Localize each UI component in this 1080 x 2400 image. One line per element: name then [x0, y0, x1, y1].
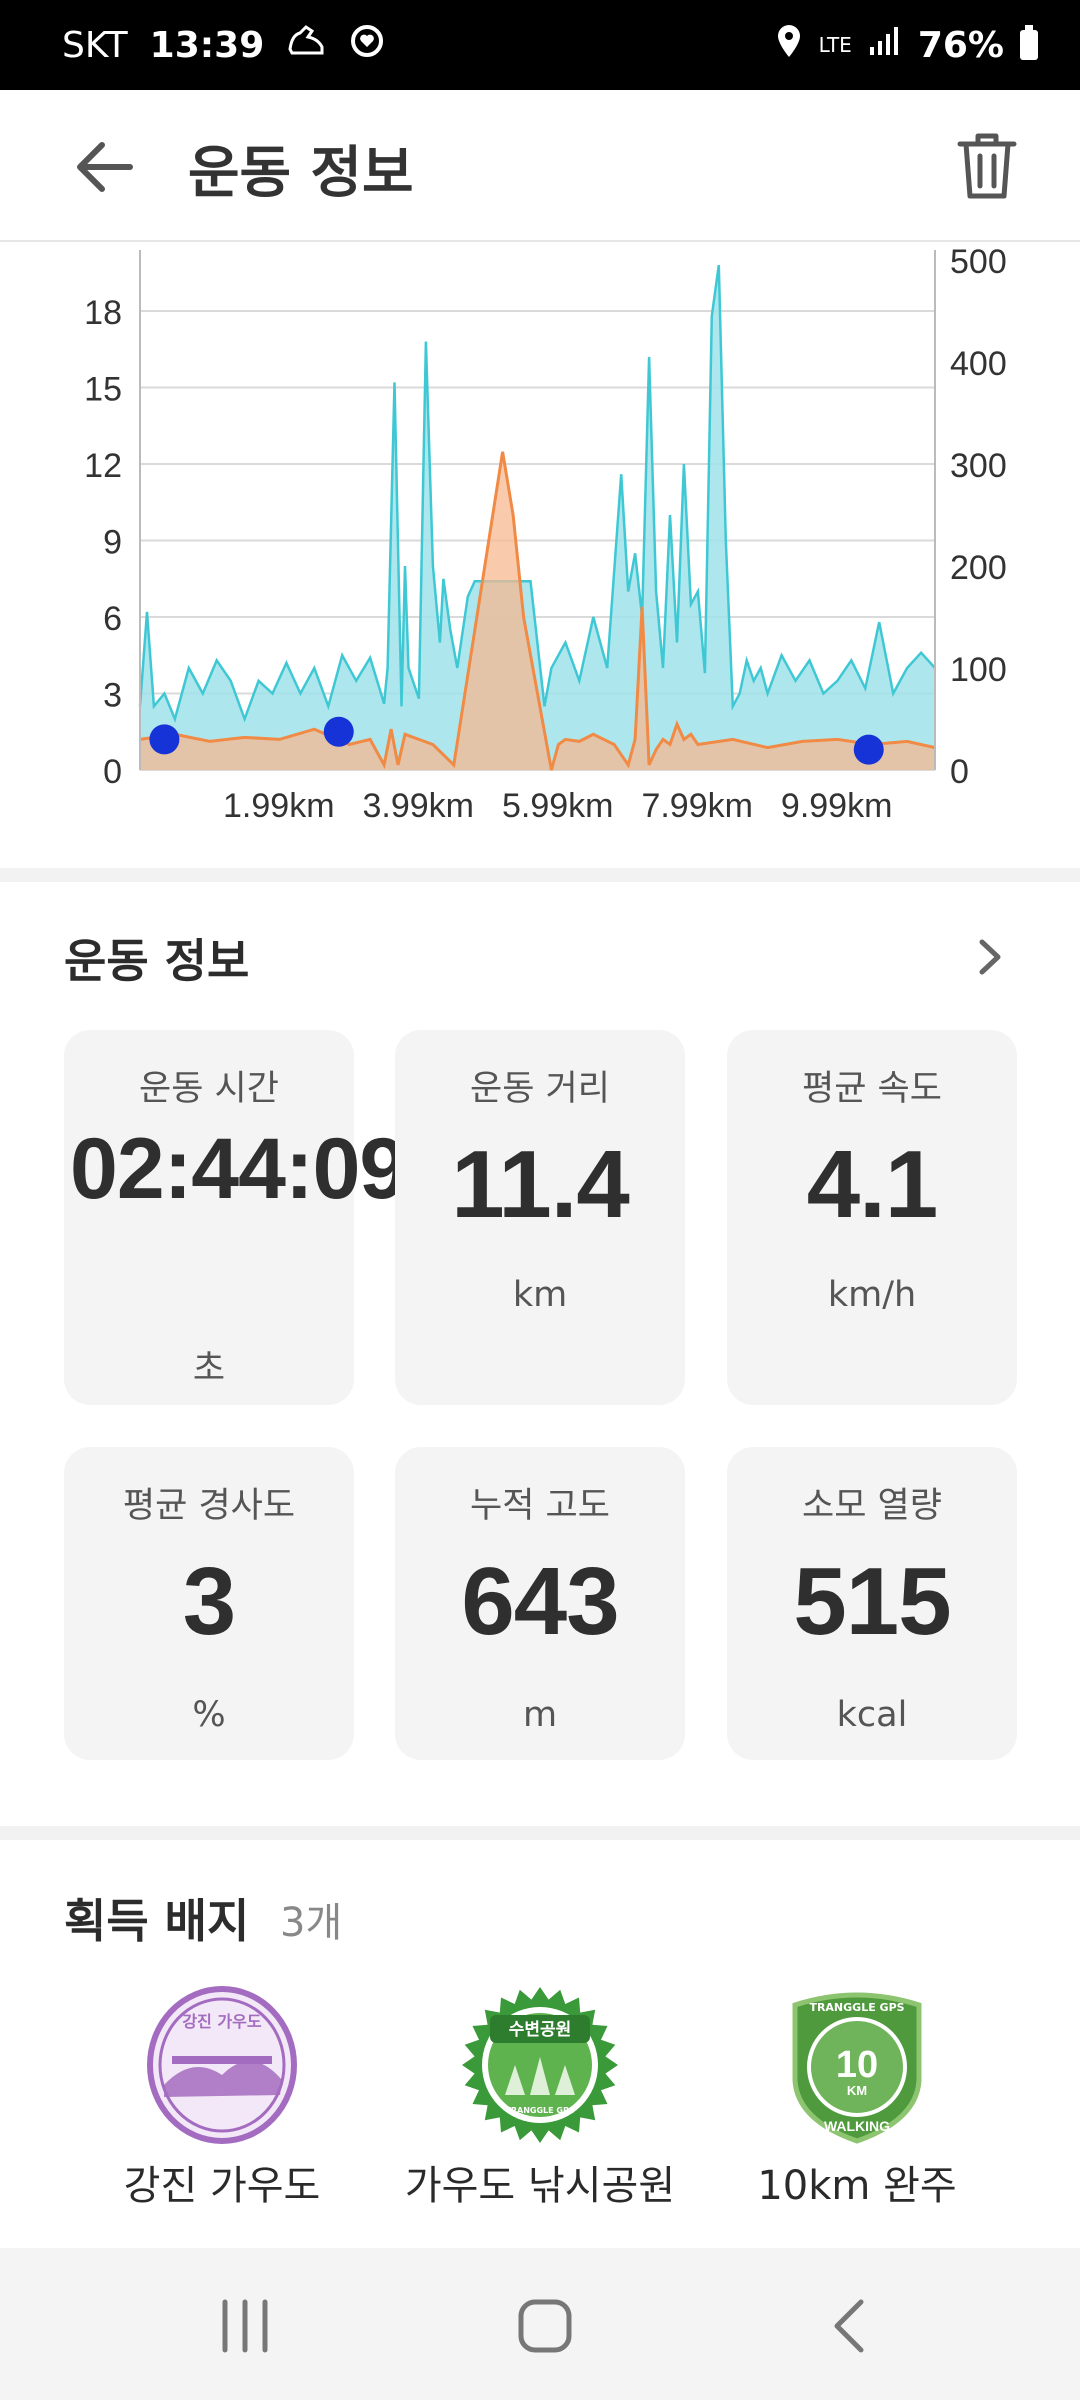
heart-rate-icon: [348, 22, 386, 69]
badge-park-icon: 수변공원 TRANGGLE GPS: [462, 1987, 618, 2143]
badge-sub-text: TRANGGLE GPS: [505, 2106, 574, 2115]
badge-10km-icon: TRANGGLE GPS 10 KM WALKING: [792, 1992, 922, 2144]
battery-percent: 76%: [917, 24, 1004, 66]
x-tick-label: 7.99km: [641, 787, 753, 825]
home-icon[interactable]: [515, 2296, 575, 2356]
carrier-label: SKT: [62, 24, 128, 66]
badges-count: 3개: [280, 1900, 343, 1946]
badge-sub-text: KM: [847, 2083, 867, 2098]
page-title: 운동 정보: [188, 141, 414, 206]
shoe-icon: [286, 23, 326, 68]
chart-marker-dot: [149, 724, 180, 755]
y-left-tick-label: 12: [84, 447, 122, 485]
badge-item[interactable]: TRANGGLE GPS 10 KM WALKING 10km 완주: [692, 1985, 1022, 2211]
card-calories: 소모 열량 515 kcal: [727, 1447, 1017, 1760]
card-distance: 운동 거리 11.4 km: [395, 1030, 685, 1405]
recent-apps-icon[interactable]: [215, 2298, 275, 2354]
clock: 13:39: [149, 24, 265, 66]
x-tick-label: 5.99km: [502, 787, 614, 825]
info-section-title: 운동 정보: [64, 934, 250, 988]
card-label: 평균 경사도: [122, 1486, 296, 1526]
y-left-tick-label: 3: [103, 677, 122, 715]
status-left: SKT 13:39: [62, 0, 386, 90]
card-unit: km: [512, 1275, 568, 1315]
chart-marker-dot: [323, 716, 354, 747]
badge-inner-text: 10: [836, 2044, 878, 2086]
card-label: 평균 속도: [802, 1069, 942, 1109]
signal-icon: [868, 25, 902, 66]
exercise-chart: 0 3 6 9 12 15 18 0 100 200 300 400 500 1.99km 3.99km 5.…: [0, 242, 1080, 862]
card-value: 4.1: [806, 1131, 938, 1238]
y-left-tick-label: 0: [103, 753, 122, 791]
y-left-tick-label: 6: [103, 600, 122, 638]
card-value: 643: [461, 1548, 619, 1655]
chevron-right-icon: [979, 939, 1001, 975]
back-button[interactable]: [70, 132, 140, 202]
y-left-tick-label: 15: [84, 371, 122, 409]
y-right-tick-label: 200: [950, 549, 1007, 587]
status-bar: SKT 13:39 LTE 76%: [0, 0, 1080, 90]
card-unit: %: [192, 1695, 226, 1735]
card-unit: km/h: [827, 1275, 917, 1315]
back-nav-icon[interactable]: [825, 2298, 875, 2354]
badge-name: 10km 완주: [757, 2163, 957, 2209]
card-label: 운동 거리: [470, 1069, 610, 1109]
trash-icon: [957, 133, 1017, 199]
badge-top-text: TRANGGLE GPS: [809, 2001, 904, 2014]
delete-button[interactable]: [956, 130, 1018, 202]
badge-gaudo-icon: 강진 가우도: [147, 1986, 297, 2144]
app-header: 운동 정보: [0, 90, 1080, 242]
badge-ring-text: WALKING: [824, 2118, 890, 2134]
chart-marker-dot: [853, 734, 884, 765]
section-separator: [0, 868, 1080, 882]
card-value: 02:44:09: [70, 1121, 407, 1217]
x-tick-label: 1.99km: [223, 787, 335, 825]
status-right: LTE 76%: [775, 0, 1038, 90]
y-right-tick-label: 500: [950, 243, 1007, 281]
card-unit: 초: [192, 1349, 226, 1389]
y-left-tick-label: 9: [103, 524, 122, 562]
card-avg-speed: 평균 속도 4.1 km/h: [727, 1030, 1017, 1405]
card-avg-slope: 평균 경사도 3 %: [64, 1447, 354, 1760]
card-unit: kcal: [836, 1695, 908, 1735]
y-right-tick-label: 300: [950, 447, 1007, 485]
lte-label: LTE: [818, 33, 852, 57]
x-tick-label: 9.99km: [781, 787, 893, 825]
y-right-tick-label: 400: [950, 345, 1007, 383]
chart-svg: 0 3 6 9 12 15 18 0 100 200 300 400 500 1.99km 3.99km 5.…: [84, 243, 1007, 825]
card-exercise-time: 운동 시간 02:44:09 초: [64, 1030, 407, 1405]
badges-title: 획득 배지: [64, 1894, 250, 1948]
badge-inner-text: 강진 가우도: [182, 2012, 261, 2031]
speed-line: [138, 264, 936, 723]
card-label: 운동 시간: [139, 1069, 279, 1109]
x-tick-label: 3.99km: [363, 787, 475, 825]
y-right-tick-label: 100: [950, 651, 1007, 689]
y-right-tick-label: 0: [950, 753, 969, 791]
card-label: 누적 고도: [470, 1486, 610, 1526]
card-value: 11.4: [451, 1131, 630, 1238]
card-label: 소모 열량: [802, 1486, 942, 1526]
card-cumulative-altitude: 누적 고도 643 m: [395, 1447, 685, 1760]
card-value: 3: [182, 1548, 236, 1655]
badge-item[interactable]: 수변공원 TRANGGLE GPS 가우도 낚시공원: [375, 1985, 705, 2211]
battery-icon: [1020, 25, 1038, 60]
badge-item[interactable]: 강진 가우도 강진 가우도: [57, 1985, 387, 2211]
badge-name: 가우도 낚시공원: [404, 2163, 676, 2209]
badge-inner-text: 수변공원: [509, 2020, 572, 2040]
section-separator: [0, 1826, 1080, 1840]
card-unit: m: [522, 1695, 558, 1735]
location-icon: [775, 23, 803, 68]
card-value: 515: [793, 1548, 951, 1655]
info-more-button[interactable]: [970, 932, 1010, 982]
back-arrow-icon: [77, 142, 133, 192]
badge-name: 강진 가우도: [123, 2163, 321, 2209]
system-nav-bar: [0, 2248, 1080, 2400]
y-left-tick-label: 18: [84, 294, 122, 332]
